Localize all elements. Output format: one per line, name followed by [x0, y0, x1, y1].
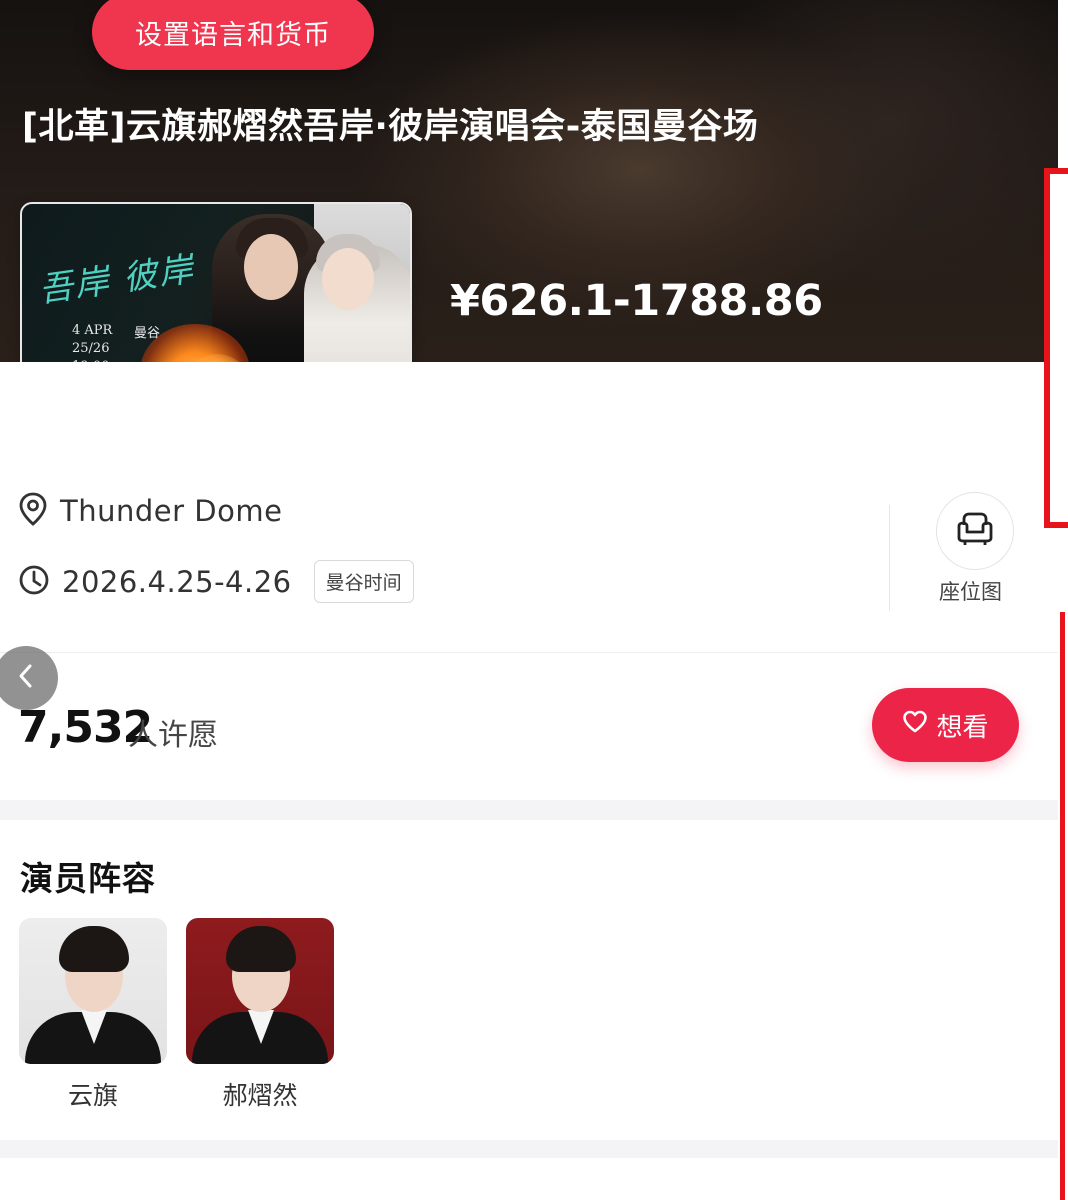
vertical-divider — [889, 505, 890, 611]
price-range: ¥626.1-1788.86 — [450, 276, 823, 326]
poster-date-line: 4 APR — [72, 323, 113, 338]
seat-map-button[interactable] — [936, 492, 1014, 570]
event-title: [北革]云旗郝熠然吾岸·彼岸演唱会-泰国曼谷场 — [22, 107, 759, 147]
annotation-line — [1060, 612, 1065, 1200]
cast-member-photo[interactable] — [19, 918, 167, 1064]
cast-title: 演员阵容 — [20, 859, 156, 898]
clock-icon — [18, 564, 50, 600]
armchair-icon — [955, 511, 995, 551]
next-section-card — [0, 1158, 1058, 1200]
poster-script-title: 吾岸 彼岸 — [36, 249, 198, 311]
language-currency-button[interactable]: 设置语言和货币 — [92, 0, 374, 70]
venue-row[interactable]: Thunder Dome — [18, 492, 282, 530]
section-divider — [0, 652, 1058, 653]
poster-date-line: 25/26 — [72, 341, 110, 356]
poster-figure-right-face — [322, 248, 374, 310]
event-date: 2026.4.25-4.26 — [62, 564, 292, 599]
cast-member-photo[interactable] — [186, 918, 334, 1064]
timezone-tag: 曼谷时间 — [313, 560, 414, 603]
want-to-see-label: 想看 — [936, 712, 989, 743]
cast-photo-hair — [59, 926, 129, 972]
cast-photo-hair — [226, 926, 296, 972]
seat-map-label[interactable]: 座位图 — [939, 576, 1002, 606]
heart-outline-icon — [902, 710, 928, 741]
date-row: 2026.4.25-4.26 曼谷时间 — [18, 560, 414, 603]
cast-member-name[interactable]: 云旗 — [19, 1076, 167, 1112]
event-detail-page: 设置语言和货币 [北革]云旗郝熠然吾岸·彼岸演唱会-泰国曼谷场 ¥626.1-1… — [0, 0, 1058, 1200]
poster-figure-left-face — [244, 234, 298, 300]
venue-name: Thunder Dome — [60, 494, 283, 528]
cast-member-name[interactable]: 郝熠然 — [186, 1076, 334, 1112]
annotation-marker — [1044, 168, 1068, 528]
want-to-see-button[interactable]: 想看 — [872, 688, 1019, 762]
location-pin-icon — [18, 492, 48, 530]
poster-venue: 曼谷 — [134, 326, 161, 341]
chevron-left-icon — [15, 662, 37, 694]
wish-label: 人许愿 — [128, 718, 218, 753]
